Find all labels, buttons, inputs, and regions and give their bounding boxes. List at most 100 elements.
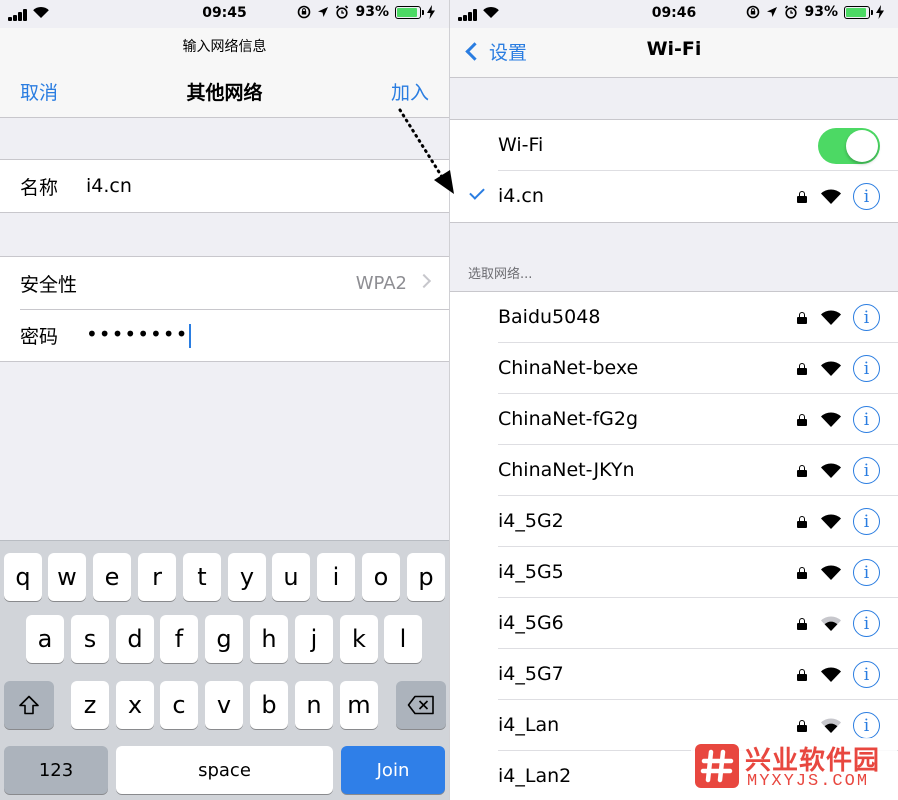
dotted-arrow-icon [398,108,454,194]
delete-key[interactable] [396,681,446,729]
connected-network-row[interactable]: i4.cn i [450,171,898,222]
info-button[interactable]: i [853,183,880,210]
wifi-group: Wi-Fi i4.cn i [450,119,898,223]
status-bar: 09:45 93% [0,0,449,28]
list-item[interactable]: ChinaNet-bexe i [450,343,898,394]
key-h[interactable]: h [250,615,288,663]
info-button[interactable]: i [853,457,880,484]
space-key[interactable]: space [116,746,333,794]
lock-icon [797,414,807,426]
key-p[interactable]: p [407,553,445,601]
wifi-signal-icon [821,565,841,580]
join-key[interactable]: Join [341,746,445,794]
list-item[interactable]: i4_5G7 i [450,649,898,700]
list-item[interactable]: Baidu5048 i [450,292,898,343]
wifi-signal-icon [821,514,841,529]
key-i[interactable]: i [317,553,355,601]
network-name-row[interactable]: 名称 i4.cn [0,160,449,212]
key-e[interactable]: e [93,553,131,601]
wifi-signal-icon [821,361,841,376]
hash-logo-icon [695,744,739,788]
info-button[interactable]: i [853,610,880,637]
battery-percent: 93% [804,4,838,20]
charging-icon [427,5,435,19]
password-row[interactable]: 密码 •••••••• [0,309,449,361]
key-s[interactable]: s [71,615,109,663]
name-label: 名称 [20,176,59,199]
key-y[interactable]: y [228,553,266,601]
network-name-input[interactable]: i4.cn [86,175,132,197]
key-f[interactable]: f [160,615,198,663]
wifi-signal-icon [821,463,841,478]
key-b[interactable]: b [250,681,288,729]
nav-subtitle: 输入网络信息 [182,39,267,55]
password-input[interactable]: •••••••• [86,322,192,348]
info-button[interactable]: i [853,406,880,433]
orientation-lock-icon [298,5,311,19]
charging-icon [876,5,884,19]
wifi-label: Wi-Fi [498,134,544,156]
other-network-screen: 09:45 93% 输入网络信息 取消 其他网络 加入 名称 i4.cn 安全性… [0,0,449,800]
key-d[interactable]: d [116,615,154,663]
lock-icon [797,191,807,203]
name-group: 名称 i4.cn [0,159,449,213]
security-value: WPA2 [355,272,407,294]
info-button[interactable]: i [853,712,880,739]
wifi-signal-icon [821,310,841,325]
orientation-lock-icon [747,5,760,19]
key-t[interactable]: t [183,553,221,601]
key-r[interactable]: r [138,553,176,601]
key-c[interactable]: c [160,681,198,729]
lock-icon [797,720,807,732]
network-name: i4_5G7 [498,663,564,685]
key-j[interactable]: j [295,615,333,663]
networks-list: Baidu5048 i ChinaNet-bexe i ChinaNet-fG2… [450,291,898,800]
wifi-toggle[interactable] [818,128,880,164]
key-m[interactable]: m [340,681,378,729]
lock-icon [797,618,807,630]
key-z[interactable]: z [71,681,109,729]
watermark: 兴业软件园 MYXYJS.COM [691,738,897,794]
wifi-weak-signal-icon [821,616,841,631]
network-name: ChinaNet-bexe [498,357,639,379]
key-v[interactable]: v [205,681,243,729]
info-button[interactable]: i [853,304,880,331]
network-name: i4_Lan [498,714,560,736]
shift-icon [19,695,39,715]
list-item[interactable]: i4_5G2 i [450,496,898,547]
shift-key[interactable] [4,681,54,729]
wifi-settings-screen: 09:46 93% 设置 Wi-Fi Wi-Fi i4.cn i 选取网络...… [449,0,898,800]
info-button[interactable]: i [853,355,880,382]
list-item[interactable]: i4_5G5 i [450,547,898,598]
key-x[interactable]: x [116,681,154,729]
lock-icon [797,465,807,477]
numbers-key[interactable]: 123 [4,746,108,794]
list-item[interactable]: ChinaNet-fG2g i [450,394,898,445]
info-button[interactable]: i [853,559,880,586]
key-l[interactable]: l [384,615,422,663]
key-n[interactable]: n [295,681,333,729]
key-a[interactable]: a [26,615,64,663]
key-u[interactable]: u [272,553,310,601]
lock-icon [797,669,807,681]
key-q[interactable]: q [4,553,42,601]
network-name: i4.cn [498,185,544,207]
security-row[interactable]: 安全性 WPA2 [0,257,449,309]
list-item[interactable]: i4_5G6 i [450,598,898,649]
key-w[interactable]: w [48,553,86,601]
key-k[interactable]: k [340,615,378,663]
key-g[interactable]: g [205,615,243,663]
network-name: i4_5G2 [498,510,564,532]
location-icon [767,7,778,17]
security-label: 安全性 [20,273,78,296]
page-title: Wi-Fi [646,38,702,60]
password-label: 密码 [20,325,59,348]
page-title: 其他网络 [186,82,263,104]
info-button[interactable]: i [853,661,880,688]
network-name: i4_5G6 [498,612,564,634]
security-group: 安全性 WPA2 密码 •••••••• [0,256,449,362]
join-button[interactable]: 加入 [391,78,429,105]
info-button[interactable]: i [853,508,880,535]
key-o[interactable]: o [362,553,400,601]
list-item[interactable]: ChinaNet-JKYn i [450,445,898,496]
